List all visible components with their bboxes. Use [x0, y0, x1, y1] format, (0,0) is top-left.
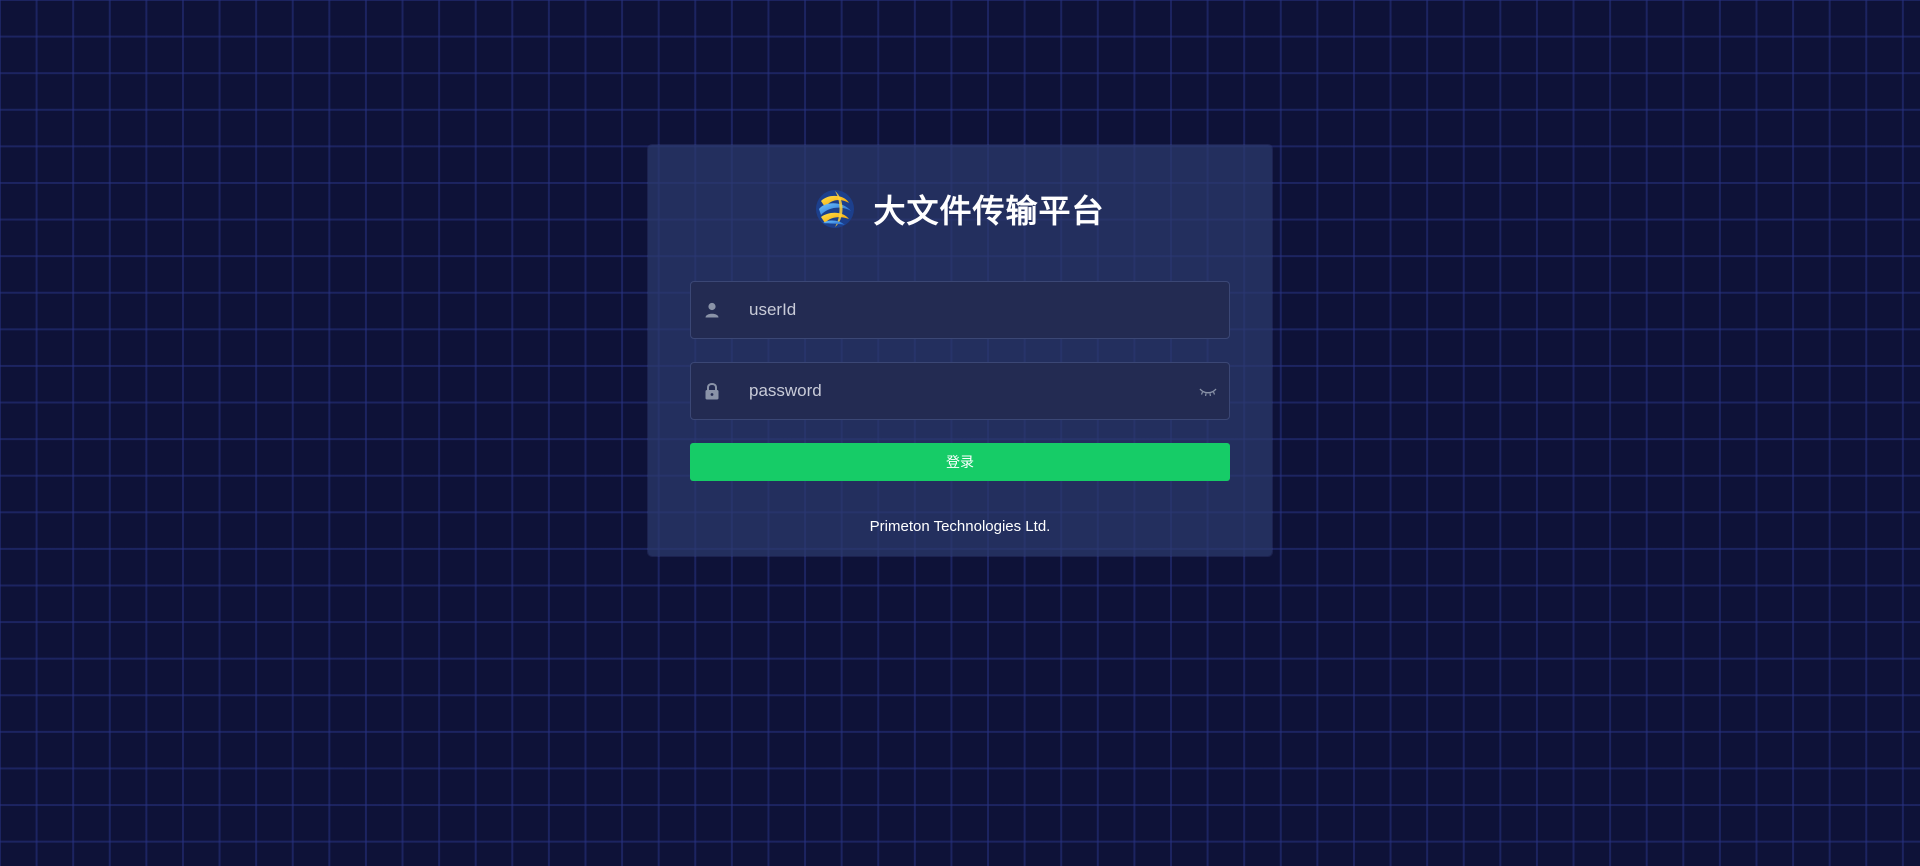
user-id-input[interactable]	[749, 282, 1189, 338]
brand-header: 大文件传输平台	[648, 185, 1272, 233]
lock-icon	[704, 382, 720, 400]
login-button[interactable]: 登录	[690, 443, 1230, 481]
user-icon	[704, 301, 720, 319]
password-field[interactable]	[690, 362, 1230, 420]
user-id-field[interactable]	[690, 281, 1230, 339]
password-input[interactable]	[749, 363, 1189, 419]
app-title: 大文件传输平台	[873, 192, 1105, 230]
company-footer: Primeton Technologies Ltd.	[869, 518, 1051, 535]
login-card: 大文件传输平台 userId 登录 Primeton Technologies …	[648, 145, 1272, 556]
logo-icon	[816, 190, 855, 228]
eye-closed-icon[interactable]	[1199, 385, 1217, 397]
